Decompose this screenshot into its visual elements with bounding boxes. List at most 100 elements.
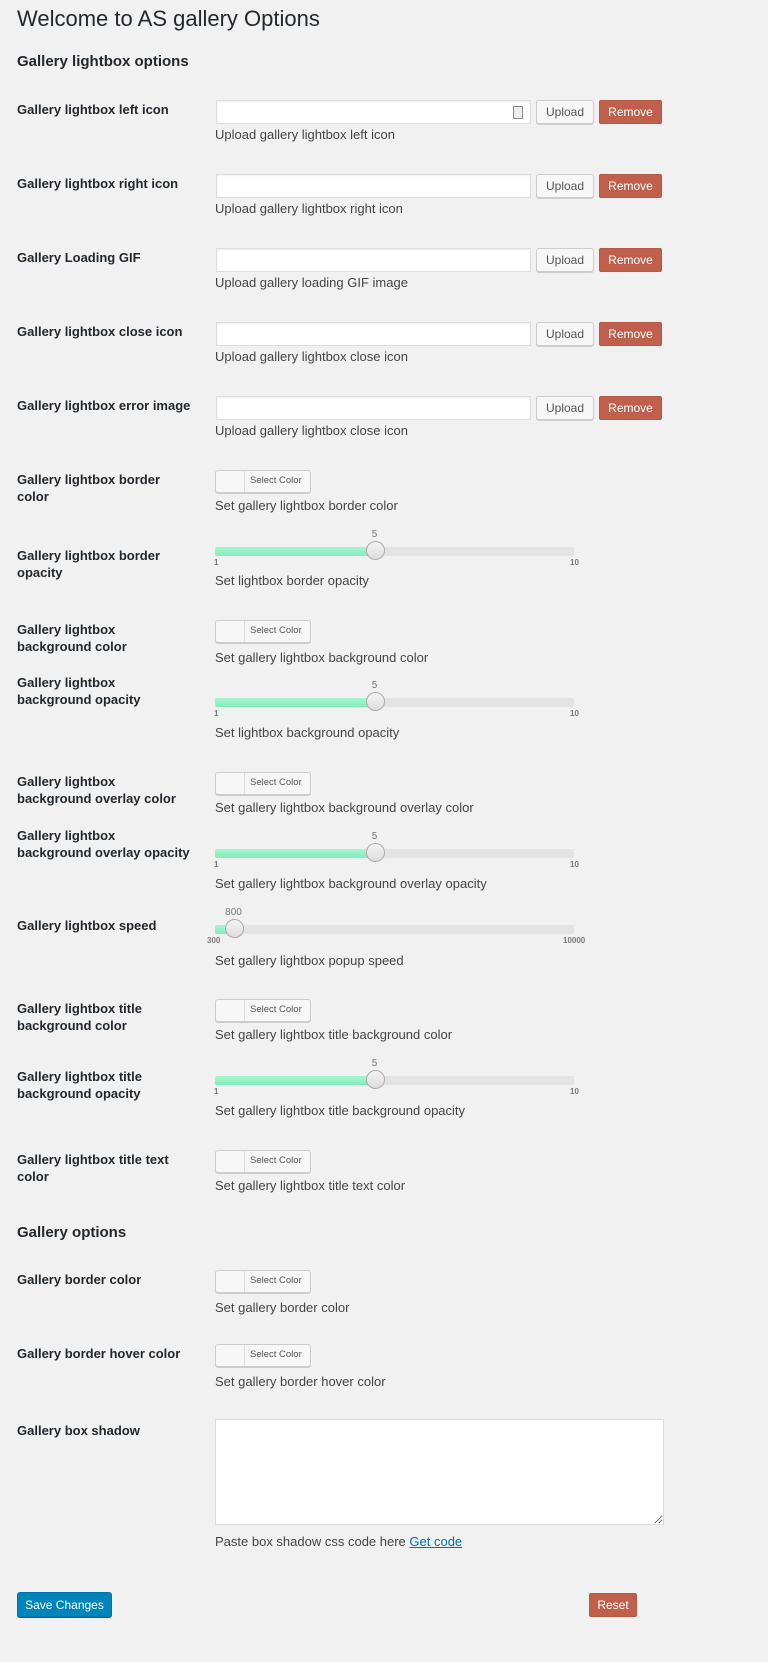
field-description: Set lightbox border opacity — [215, 573, 369, 588]
field-label: Gallery lightbox title text color — [17, 1152, 169, 1184]
box-shadow-textarea[interactable] — [215, 1419, 664, 1525]
slider-track[interactable] — [215, 541, 574, 560]
upload-button[interactable]: Upload — [536, 248, 594, 272]
reset-button[interactable]: Reset — [589, 1593, 637, 1617]
section-heading: Gallery lightbox options — [17, 53, 189, 70]
upload-url-input[interactable] — [216, 100, 531, 124]
field-label: Gallery lightbox left icon — [17, 102, 169, 117]
slider-max-label: 10000 — [563, 936, 586, 945]
remove-button[interactable]: Remove — [599, 322, 662, 346]
field-description: Set gallery lightbox background overlay … — [215, 876, 487, 891]
field-description: Set lightbox background opacity — [215, 725, 399, 740]
slider-value: 5 — [371, 831, 378, 842]
description-text: Set gallery lightbox background overlay … — [215, 876, 487, 891]
field-description: Set gallery lightbox background color — [215, 650, 428, 665]
upload-url-input[interactable] — [216, 322, 531, 346]
field-label: Gallery border hover color — [17, 1346, 181, 1361]
description-text: Paste box shadow css code here — [215, 1534, 406, 1549]
slider-track[interactable] — [215, 1070, 574, 1089]
field-label: Gallery border color — [17, 1272, 142, 1287]
field-description: Paste box shadow css code here Get code — [215, 1534, 462, 1549]
description-text: Set gallery lightbox title text color — [215, 1178, 406, 1193]
page-title: Welcome to AS gallery Options — [17, 6, 320, 31]
slider-min-label: 1 — [214, 709, 219, 718]
save-changes-button[interactable]: Save Changes — [17, 1592, 112, 1617]
color-swatch — [216, 1345, 245, 1366]
description-text: Set gallery lightbox title background op… — [215, 1103, 466, 1118]
field-label: Gallery lightbox background overlay colo… — [17, 774, 176, 806]
slider-handle[interactable] — [224, 919, 244, 938]
remove-button[interactable]: Remove — [599, 174, 662, 198]
select-color-label: Select Color — [250, 1349, 302, 1360]
field-label: Gallery Loading GIF — [17, 250, 141, 265]
slider-max-label: 10 — [570, 860, 579, 869]
color-swatch — [216, 471, 245, 492]
select-color-label: Select Color — [250, 625, 302, 636]
description-text: Set gallery lightbox border color — [215, 498, 398, 513]
field-description: Set gallery lightbox title text color — [215, 1178, 405, 1193]
field-description: Upload gallery lightbox left icon — [215, 127, 395, 142]
select-color-label: Select Color — [250, 1275, 302, 1286]
slider-min-label: 300 — [207, 936, 221, 945]
upload-button[interactable]: Upload — [536, 174, 594, 198]
field-description: Set gallery border color — [215, 1300, 349, 1315]
field-label: Gallery lightbox title background color — [17, 1001, 142, 1033]
description-text: Upload gallery lightbox left icon — [215, 127, 395, 142]
slider-track[interactable] — [215, 843, 574, 862]
field-description: Upload gallery loading GIF image — [215, 275, 408, 290]
upload-button[interactable]: Upload — [536, 396, 594, 420]
get-code-link[interactable]: Get code — [409, 1534, 462, 1549]
field-label: Gallery lightbox background opacity — [17, 675, 141, 707]
select-color-button[interactable]: Select Color — [215, 1150, 311, 1173]
field-label: Gallery lightbox right icon — [17, 176, 179, 191]
select-color-button[interactable]: Select Color — [215, 999, 311, 1022]
description-text: Upload gallery lightbox close icon — [215, 349, 408, 364]
remove-button[interactable]: Remove — [599, 248, 662, 272]
section-heading: Gallery options — [17, 1224, 127, 1241]
select-color-label: Select Color — [250, 1155, 302, 1166]
field-label: Gallery lightbox background color — [17, 622, 127, 654]
color-swatch — [216, 773, 245, 794]
field-label: Gallery lightbox speed — [17, 918, 157, 933]
upload-url-input[interactable] — [216, 248, 531, 272]
field-label: Gallery lightbox background overlay opac… — [17, 828, 190, 860]
slider-value: 5 — [371, 1058, 378, 1069]
slider-handle[interactable] — [365, 1070, 385, 1089]
slider-handle[interactable] — [365, 843, 385, 862]
upload-url-input[interactable] — [216, 174, 531, 198]
description-text: Set gallery lightbox background overlay … — [215, 800, 474, 815]
slider-fill — [215, 1076, 375, 1085]
slider-track[interactable] — [215, 919, 574, 938]
slider-handle[interactable] — [365, 692, 385, 711]
slider-max-label: 10 — [570, 558, 579, 567]
description-text: Set gallery border color — [215, 1300, 350, 1315]
select-color-button[interactable]: Select Color — [215, 772, 311, 795]
slider-handle[interactable] — [365, 541, 385, 560]
color-swatch — [216, 621, 245, 642]
description-text: Set lightbox border opacity — [215, 573, 369, 588]
color-swatch — [216, 1151, 245, 1172]
field-label: Gallery lightbox close icon — [17, 324, 183, 339]
slider-min-label: 1 — [214, 1087, 219, 1096]
slider-fill — [215, 547, 375, 556]
upload-button[interactable]: Upload — [536, 100, 594, 124]
select-color-button[interactable]: Select Color — [215, 620, 311, 643]
upload-button[interactable]: Upload — [536, 322, 594, 346]
slider-fill — [215, 698, 375, 707]
color-swatch — [216, 1271, 245, 1292]
select-color-button[interactable]: Select Color — [215, 1344, 311, 1367]
select-color-button[interactable]: Select Color — [215, 1270, 311, 1293]
upload-url-input[interactable] — [216, 396, 531, 420]
select-color-label: Select Color — [250, 1004, 302, 1015]
field-description: Upload gallery lightbox close icon — [215, 349, 408, 364]
remove-button[interactable]: Remove — [599, 396, 662, 420]
slider-track[interactable] — [215, 692, 574, 711]
color-swatch — [216, 1000, 245, 1021]
contact-card-icon[interactable] — [513, 106, 523, 119]
description-text: Set gallery lightbox popup speed — [215, 953, 404, 968]
description-text: Set gallery lightbox title background co… — [215, 1027, 453, 1042]
select-color-button[interactable]: Select Color — [215, 470, 311, 493]
remove-button[interactable]: Remove — [599, 100, 662, 124]
slider-value: 800 — [225, 907, 242, 918]
field-label: Gallery lightbox border color — [17, 472, 161, 504]
